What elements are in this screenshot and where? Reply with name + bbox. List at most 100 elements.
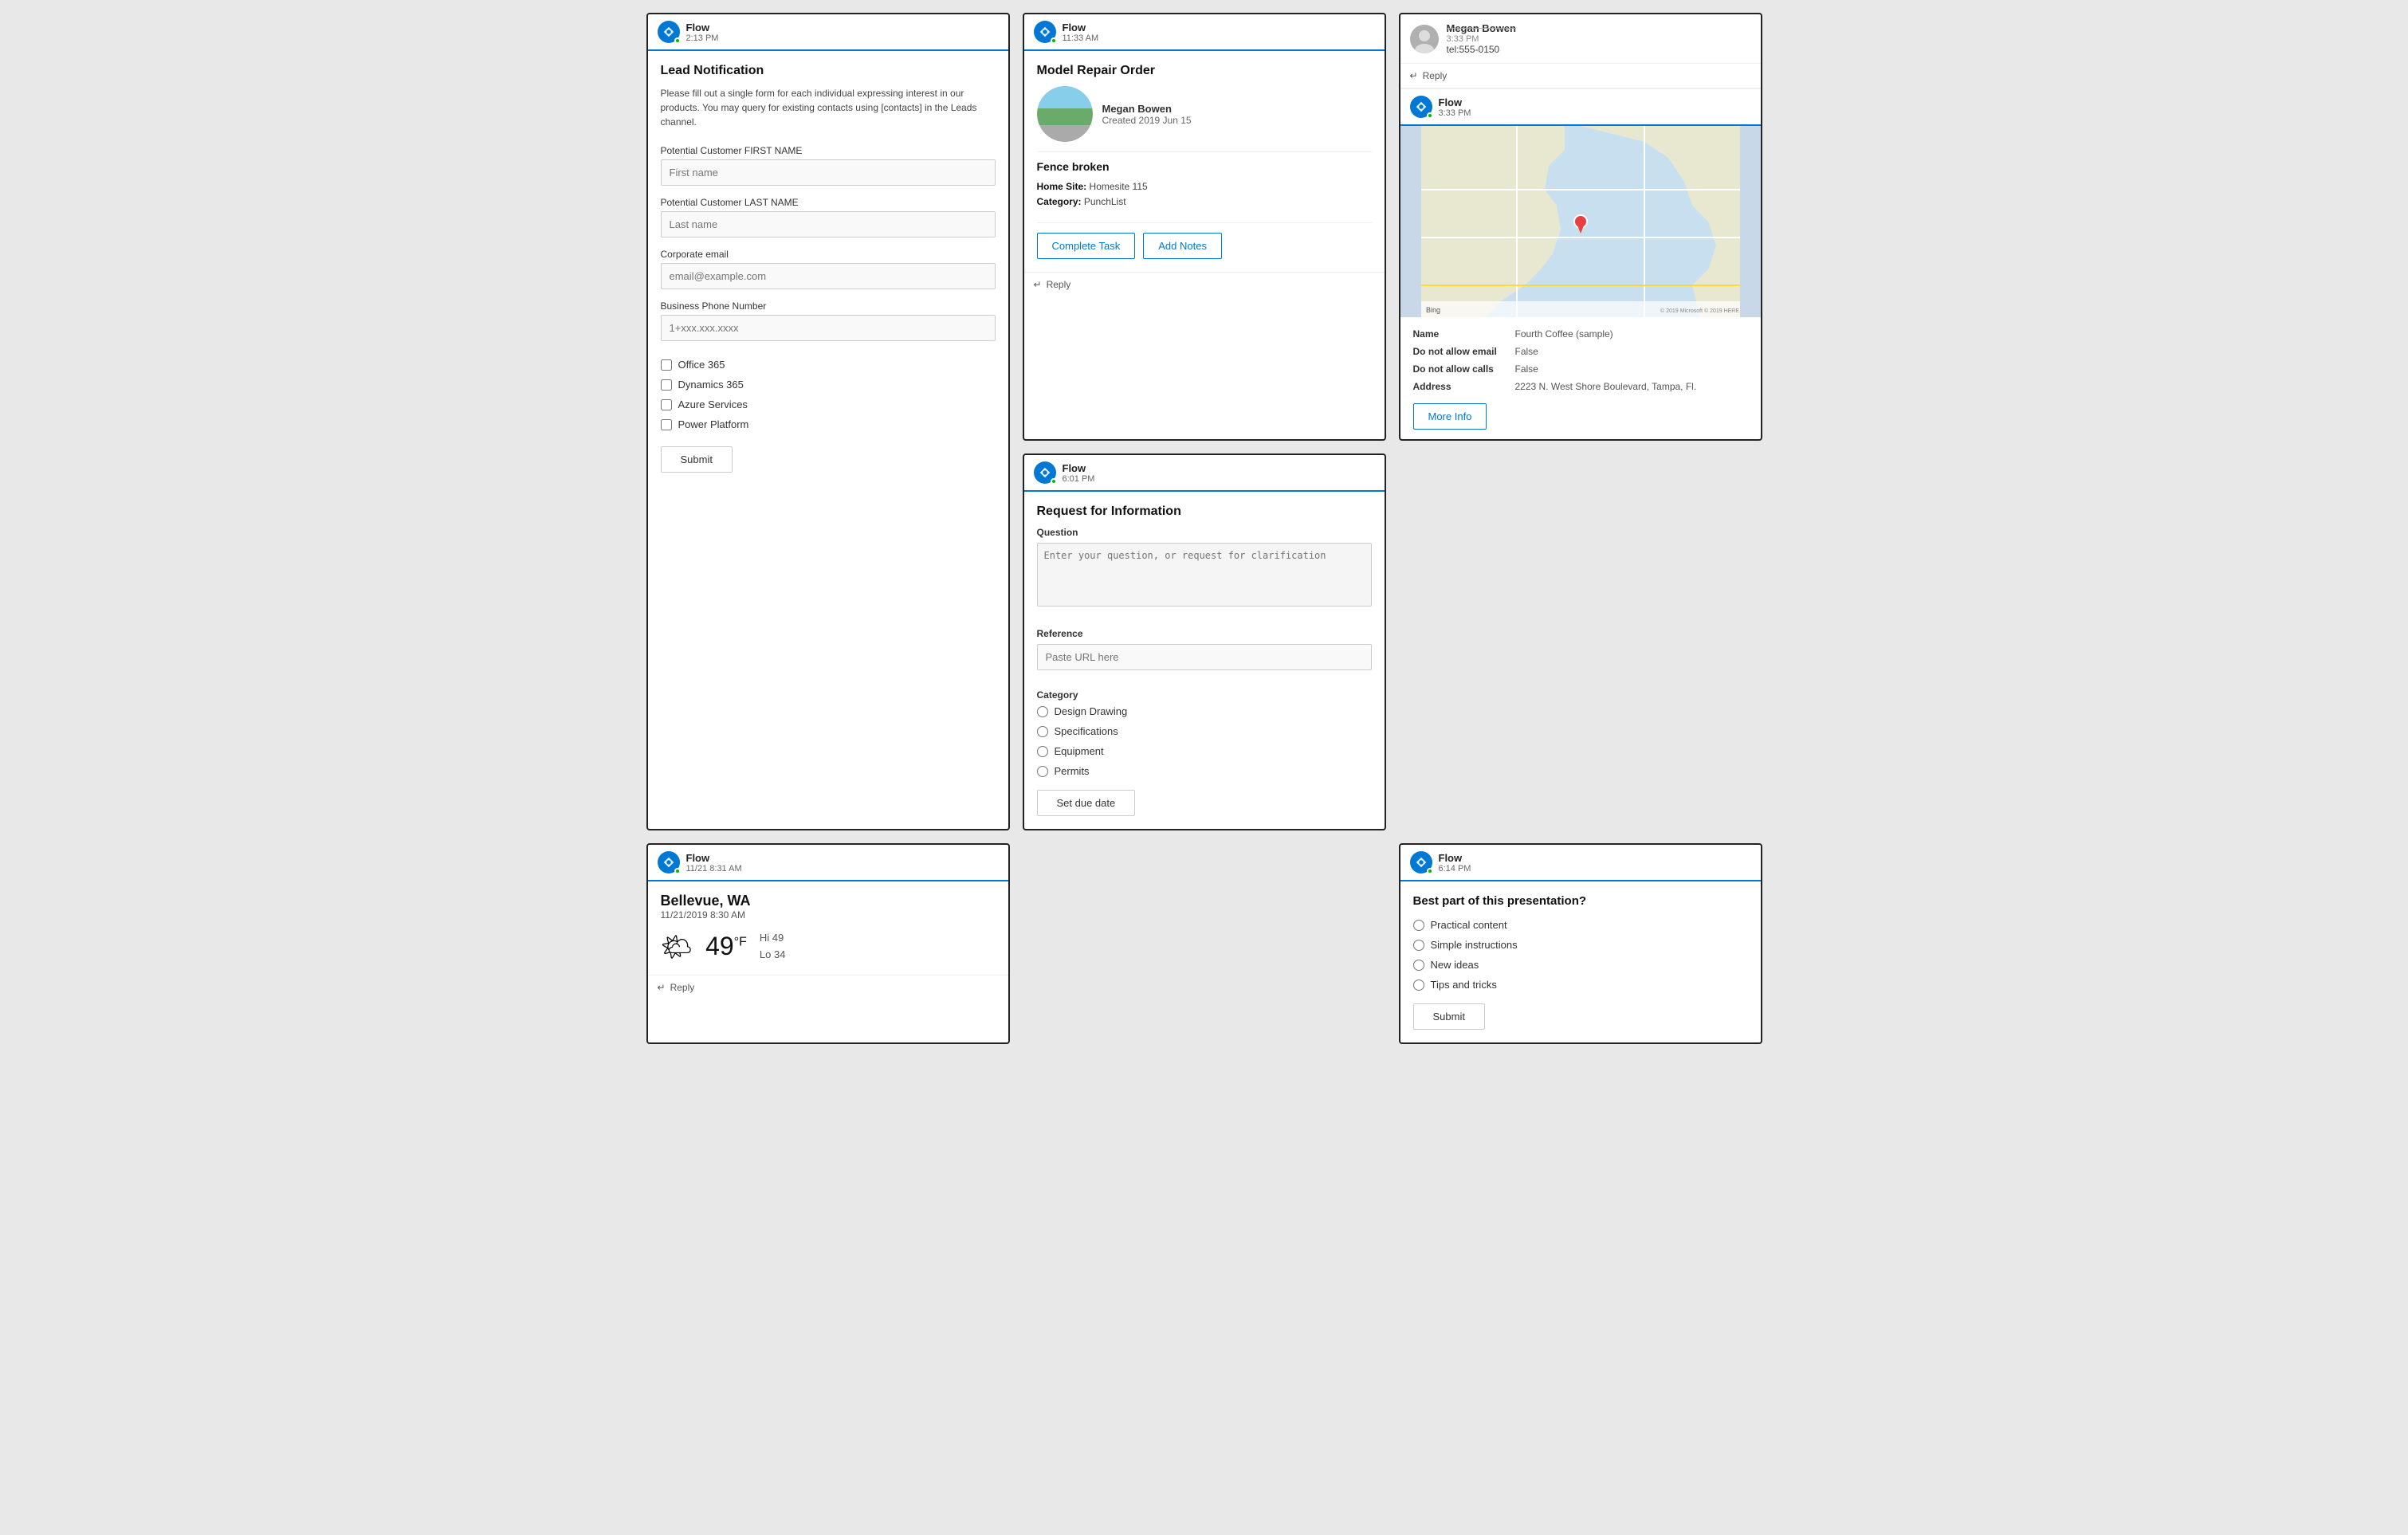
rfi-reference-input[interactable] — [1037, 644, 1372, 670]
dynamics365-checkbox[interactable] — [661, 379, 672, 391]
rfi-card-body: Request for Information Question Referen… — [1024, 492, 1385, 829]
repair-created-date: Created 2019 Jun 15 — [1102, 115, 1192, 126]
new-ideas-radio[interactable] — [1413, 960, 1424, 971]
radio-design-drawing[interactable]: Design Drawing — [1037, 705, 1372, 717]
complete-task-button[interactable]: Complete Task — [1037, 233, 1136, 259]
location-reply-text[interactable]: Reply — [1423, 70, 1448, 81]
rfi-question-label: Question — [1037, 527, 1372, 538]
repair-person-info: Megan Bowen Created 2019 Jun 15 — [1037, 86, 1372, 142]
temp-value: 49 — [705, 932, 734, 960]
power-label: Power Platform — [678, 418, 749, 430]
weather-reply-link[interactable]: ↵ Reply — [648, 975, 1008, 999]
simple-radio[interactable] — [1413, 940, 1424, 951]
location-card: Megan Bowen 3:33 PM tel:555-0150 ↵ Reply… — [1399, 13, 1762, 441]
office365-label: Office 365 — [678, 359, 725, 371]
weather-temperature: 49°F — [705, 932, 747, 961]
flow-dot-location — [1427, 112, 1433, 119]
address-row: Address 2223 N. West Shore Boulevard, Ta… — [1413, 379, 1748, 394]
checkbox-dynamics365[interactable]: Dynamics 365 — [661, 379, 996, 391]
weather-date: 11/21/2019 8:30 AM — [661, 909, 996, 921]
no-calls-row: Do not allow calls False — [1413, 362, 1748, 376]
phone-label: Business Phone Number — [661, 300, 996, 312]
flow-icon — [658, 21, 680, 43]
radio-equipment[interactable]: Equipment — [1037, 745, 1372, 757]
rfi-header-meta: Flow 6:01 PM — [1063, 462, 1095, 484]
no-email-label: Do not allow email — [1413, 344, 1509, 359]
repair-reply-link[interactable]: ↵ Reply — [1024, 272, 1385, 296]
azure-label: Azure Services — [678, 398, 748, 410]
location-sender-name: Megan Bowen — [1447, 22, 1516, 34]
name-value: Fourth Coffee (sample) — [1515, 327, 1613, 341]
category-value: PunchList — [1084, 196, 1126, 207]
location-person-meta: Megan Bowen 3:33 PM tel:555-0150 — [1447, 22, 1516, 55]
weather-time: 11/21 8:31 AM — [686, 864, 742, 873]
office365-checkbox[interactable] — [661, 359, 672, 371]
simple-label: Simple instructions — [1431, 939, 1518, 951]
survey-time: 6:14 PM — [1439, 864, 1471, 873]
survey-sender: Flow — [1439, 852, 1471, 864]
rfi-card: Flow 6:01 PM Request for Information Que… — [1023, 453, 1386, 830]
set-due-date-button[interactable]: Set due date — [1037, 790, 1136, 816]
location-phone: tel:555-0150 — [1447, 44, 1516, 55]
online-status-dot — [674, 37, 681, 44]
power-checkbox[interactable] — [661, 419, 672, 430]
more-info-button[interactable]: More Info — [1413, 403, 1487, 430]
practical-label: Practical content — [1431, 919, 1507, 931]
specifications-radio[interactable] — [1037, 726, 1048, 737]
tips-label: Tips and tricks — [1431, 979, 1497, 991]
radio-permits[interactable]: Permits — [1037, 765, 1372, 777]
checkbox-azure[interactable]: Azure Services — [661, 398, 996, 410]
repair-header-meta: Flow 11:33 AM — [1063, 22, 1099, 43]
lead-card-body: Lead Notification Please fill out a sing… — [648, 51, 1008, 485]
first-name-input[interactable] — [661, 159, 996, 186]
tips-radio[interactable] — [1413, 979, 1424, 991]
location-time: 3:33 PM — [1447, 34, 1516, 44]
checkbox-office365[interactable]: Office 365 — [661, 359, 996, 371]
lead-card-header: Flow 2:13 PM — [648, 14, 1008, 51]
design-drawing-radio[interactable] — [1037, 706, 1048, 717]
no-calls-label: Do not allow calls — [1413, 362, 1509, 376]
rfi-title: Request for Information — [1037, 504, 1372, 519]
equipment-radio[interactable] — [1037, 746, 1048, 757]
checkbox-power[interactable]: Power Platform — [661, 418, 996, 430]
dynamics365-label: Dynamics 365 — [678, 379, 744, 391]
last-name-input[interactable] — [661, 211, 996, 238]
email-label: Corporate email — [661, 249, 996, 260]
radio-new-ideas[interactable]: New ideas — [1413, 959, 1748, 971]
flow-icon-repair — [1034, 21, 1056, 43]
reply-text[interactable]: Reply — [1047, 279, 1071, 290]
radio-specifications[interactable]: Specifications — [1037, 725, 1372, 737]
weather-reply-text[interactable]: Reply — [670, 982, 695, 993]
radio-simple[interactable]: Simple instructions — [1413, 939, 1748, 951]
radio-practical[interactable]: Practical content — [1413, 919, 1748, 931]
first-name-label: Potential Customer FIRST NAME — [661, 145, 996, 156]
practical-radio[interactable] — [1413, 920, 1424, 931]
location-flow-header: Flow 3:33 PM — [1400, 88, 1761, 126]
repair-person-name: Megan Bowen — [1102, 103, 1192, 115]
flow-dot-survey — [1427, 868, 1433, 874]
weather-reply-arrow: ↵ — [658, 982, 666, 993]
add-notes-button[interactable]: Add Notes — [1143, 233, 1222, 259]
home-site-row: Home Site: Homesite 115 — [1037, 179, 1372, 194]
azure-checkbox[interactable] — [661, 399, 672, 410]
radio-tips[interactable]: Tips and tricks — [1413, 979, 1748, 991]
rfi-category-label: Category — [1037, 689, 1372, 701]
map-container: Bing © 2019 Microsoft © 2019 HERE — [1400, 126, 1761, 317]
survey-submit-button[interactable]: Submit — [1413, 1003, 1485, 1030]
no-email-value: False — [1515, 344, 1538, 359]
more-info-container: More Info — [1413, 403, 1748, 430]
phone-input[interactable] — [661, 315, 996, 341]
survey-radio-group: Practical content Simple instructions Ne… — [1413, 919, 1748, 991]
rfi-sender: Flow — [1063, 462, 1095, 474]
rfi-time: 6:01 PM — [1063, 474, 1095, 484]
lead-submit-button[interactable]: Submit — [661, 446, 733, 473]
rfi-reference-label: Reference — [1037, 628, 1372, 639]
name-label: Name — [1413, 327, 1509, 341]
weather-card-header: Flow 11/21 8:31 AM — [648, 845, 1008, 881]
email-input[interactable] — [661, 263, 996, 289]
permits-radio[interactable] — [1037, 766, 1048, 777]
location-reply-link[interactable]: ↵ Reply — [1400, 64, 1761, 88]
rfi-question-input[interactable] — [1037, 543, 1372, 607]
specifications-label: Specifications — [1055, 725, 1118, 737]
design-drawing-label: Design Drawing — [1055, 705, 1128, 717]
